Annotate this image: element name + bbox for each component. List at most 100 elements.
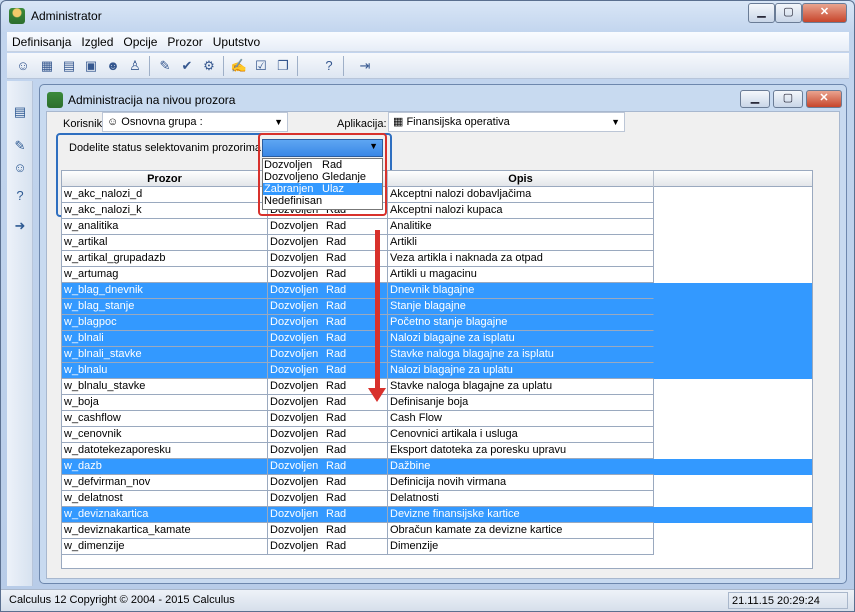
table-row[interactable]: w_cenovnik Dozvoljen Rad Cenovnici artikala…: [62, 427, 812, 443]
table-row[interactable]: w_blnalu_stavke Dozvoljen Rad Stavke naloga…: [62, 379, 812, 395]
aplikacija-select[interactable]: ▦ Finansijska operativa ▼: [388, 112, 625, 132]
child-close-button[interactable]: ✕: [806, 90, 842, 108]
dropdown-option[interactable]: Nedefinisan: [263, 195, 382, 207]
cell-prozor[interactable]: w_blnali_stavke: [62, 347, 268, 363]
cell-prozor[interactable]: w_defvirman_nov: [62, 475, 268, 491]
table-row[interactable]: w_analitika Dozvoljen Rad Analitike: [62, 219, 812, 235]
cell-status[interactable]: DozvoljenRad: [268, 251, 388, 267]
copy-icon[interactable]: ❐: [273, 56, 293, 76]
cell-status[interactable]: DozvoljenRad: [268, 267, 388, 283]
cell-status[interactable]: DozvoljenRad: [268, 523, 388, 539]
table-row[interactable]: w_artumag Dozvoljen Rad Artikli u magacinu: [62, 267, 812, 283]
table-row[interactable]: w_akc_nalozi_k Dozvoljen Rad Akceptni naloz…: [62, 203, 812, 219]
user-icon[interactable]: ♙: [125, 56, 145, 76]
table-row[interactable]: w_artikal_grupadazb Dozvoljen Rad Veza arti…: [62, 251, 812, 267]
dropdown-option[interactable]: Dozvoljeno Gledanje: [263, 171, 382, 183]
cell-status[interactable]: DozvoljenRad: [268, 299, 388, 315]
approve-icon[interactable]: ✔: [177, 56, 197, 76]
cell-status[interactable]: DozvoljenRad: [268, 491, 388, 507]
cell-opis[interactable]: Delatnosti: [388, 491, 654, 507]
cell-opis[interactable]: Definisanje boja: [388, 395, 654, 411]
cell-prozor[interactable]: w_cashflow: [62, 411, 268, 427]
cell-prozor[interactable]: w_analitika: [62, 219, 268, 235]
status-dropdown-list[interactable]: Dozvoljen Rad Dozvoljeno Gledanje Zabranje…: [262, 158, 383, 210]
cell-prozor[interactable]: w_blnalu: [62, 363, 268, 379]
table-row[interactable]: w_datotekezaporesku Dozvoljen Rad Eksport d…: [62, 443, 812, 459]
cell-status[interactable]: DozvoljenRad: [268, 347, 388, 363]
cell-opis[interactable]: Stavke naloga blagajne za isplatu: [388, 347, 654, 363]
dropdown-option-selected[interactable]: Zabranjen Ulaz: [263, 183, 382, 195]
cell-opis[interactable]: Cash Flow: [388, 411, 654, 427]
table-row[interactable]: w_artikal Dozvoljen Rad Artikli: [62, 235, 812, 251]
cell-prozor[interactable]: w_delatnost: [62, 491, 268, 507]
cell-opis[interactable]: Obračun kamate za devizne kartice: [388, 523, 654, 539]
cell-status[interactable]: DozvoljenRad: [268, 283, 388, 299]
settings-icon[interactable]: ⚙: [199, 56, 219, 76]
cell-status[interactable]: DozvoljenRad: [268, 443, 388, 459]
cell-status[interactable]: DozvoljenRad: [268, 411, 388, 427]
table-icon[interactable]: ▤: [59, 56, 79, 76]
table-row[interactable]: w_deviznakartica_kamate Dozvoljen Rad Obrač…: [62, 523, 812, 539]
cell-status[interactable]: DozvoljenRad: [268, 235, 388, 251]
table-row[interactable]: w_akc_nalozi_dDozvoljenRadAkceptni naloz…: [62, 187, 812, 203]
edit-user-icon[interactable]: ✎: [11, 137, 29, 155]
child-maximize-button[interactable]: ▢: [773, 90, 803, 108]
cell-opis[interactable]: Dnevnik blagajne: [388, 283, 654, 299]
cell-opis[interactable]: Stanje blagajne: [388, 299, 654, 315]
cell-status[interactable]: DozvoljenRad: [268, 507, 388, 523]
cell-status[interactable]: DozvoljenRad: [268, 427, 388, 443]
cell-prozor[interactable]: w_cenovnik: [62, 427, 268, 443]
cell-opis[interactable]: Akceptni nalozi kupaca: [388, 203, 654, 219]
cell-prozor[interactable]: w_dazb: [62, 459, 268, 475]
cell-opis[interactable]: Dimenzije: [388, 539, 654, 555]
table-row[interactable]: w_deviznakartica Dozvoljen Rad Devizne fina…: [62, 507, 812, 523]
cell-status[interactable]: DozvoljenRad: [268, 475, 388, 491]
cell-prozor[interactable]: w_boja: [62, 395, 268, 411]
cell-opis[interactable]: Nalozi blagajne za isplatu: [388, 331, 654, 347]
cell-opis[interactable]: Početno stanje blagajne: [388, 315, 654, 331]
vertical-scrollbar[interactable]: ▲ ▼: [812, 171, 813, 569]
cell-prozor[interactable]: w_blag_dnevnik: [62, 283, 268, 299]
cell-status[interactable]: DozvoljenRad: [268, 331, 388, 347]
table-row[interactable]: w_dazb Dozvoljen Rad Dažbine: [62, 459, 812, 475]
minimize-button[interactable]: ▁: [748, 3, 775, 23]
cell-prozor[interactable]: w_akc_nalozi_d: [62, 187, 268, 203]
go-icon[interactable]: ➜: [11, 217, 29, 235]
table-row[interactable]: w_cashflow Dozvoljen Rad Cash Flow: [62, 411, 812, 427]
cell-prozor[interactable]: w_artumag: [62, 267, 268, 283]
help-icon[interactable]: ?: [11, 187, 29, 205]
cell-status[interactable]: DozvoljenRad: [268, 459, 388, 475]
edit-icon[interactable]: ✎: [155, 56, 175, 76]
cell-opis[interactable]: Definicija novih virmana: [388, 475, 654, 491]
menu-prozor[interactable]: Prozor: [162, 32, 207, 49]
table-row[interactable]: w_delatnost Dozvoljen Rad Delatnosti: [62, 491, 812, 507]
table-row[interactable]: w_boja Dozvoljen Rad Definisanje boja: [62, 395, 812, 411]
cell-prozor[interactable]: w_blnalu_stavke: [62, 379, 268, 395]
cell-opis[interactable]: Nalozi blagajne za uplatu: [388, 363, 654, 379]
cell-opis[interactable]: Cenovnici artikala i usluga: [388, 427, 654, 443]
cell-status[interactable]: DozvoljenRad: [268, 539, 388, 555]
dropdown-option[interactable]: Dozvoljen Rad: [263, 159, 382, 171]
cell-prozor[interactable]: w_blnali: [62, 331, 268, 347]
table-row[interactable]: w_dimenzije Dozvoljen Rad Dimenzije: [62, 539, 812, 555]
cell-opis[interactable]: Artikli: [388, 235, 654, 251]
cell-opis[interactable]: Artikli u magacinu: [388, 267, 654, 283]
cell-opis[interactable]: Veza artikla i naknada za otpad: [388, 251, 654, 267]
save-icon[interactable]: ▤: [11, 103, 29, 121]
column-header-opis[interactable]: Opis: [388, 171, 654, 187]
cell-opis[interactable]: Akceptni nalozi dobavljačima: [388, 187, 654, 203]
table-row[interactable]: w_blnali_stavke Dozvoljen Rad Stavke naloga…: [62, 347, 812, 363]
table-row[interactable]: w_blnali Dozvoljen Rad Nalozi blagajne za i…: [62, 331, 812, 347]
cell-opis[interactable]: Analitike: [388, 219, 654, 235]
cell-prozor[interactable]: w_artikal_grupadazb: [62, 251, 268, 267]
cell-prozor[interactable]: w_deviznakartica: [62, 507, 268, 523]
menu-opcije[interactable]: Opcije: [118, 32, 162, 49]
check-icon[interactable]: ☑: [251, 56, 271, 76]
cell-status[interactable]: DozvoljenRad: [268, 315, 388, 331]
close-button[interactable]: ✕: [802, 3, 847, 23]
users-icon[interactable]: ☺: [13, 56, 33, 76]
table-row[interactable]: w_defvirman_nov Dozvoljen Rad Definicija no…: [62, 475, 812, 491]
cell-prozor[interactable]: w_blag_stanje: [62, 299, 268, 315]
child-minimize-button[interactable]: ▁: [740, 90, 770, 108]
exit-icon[interactable]: ⇥: [355, 56, 375, 76]
